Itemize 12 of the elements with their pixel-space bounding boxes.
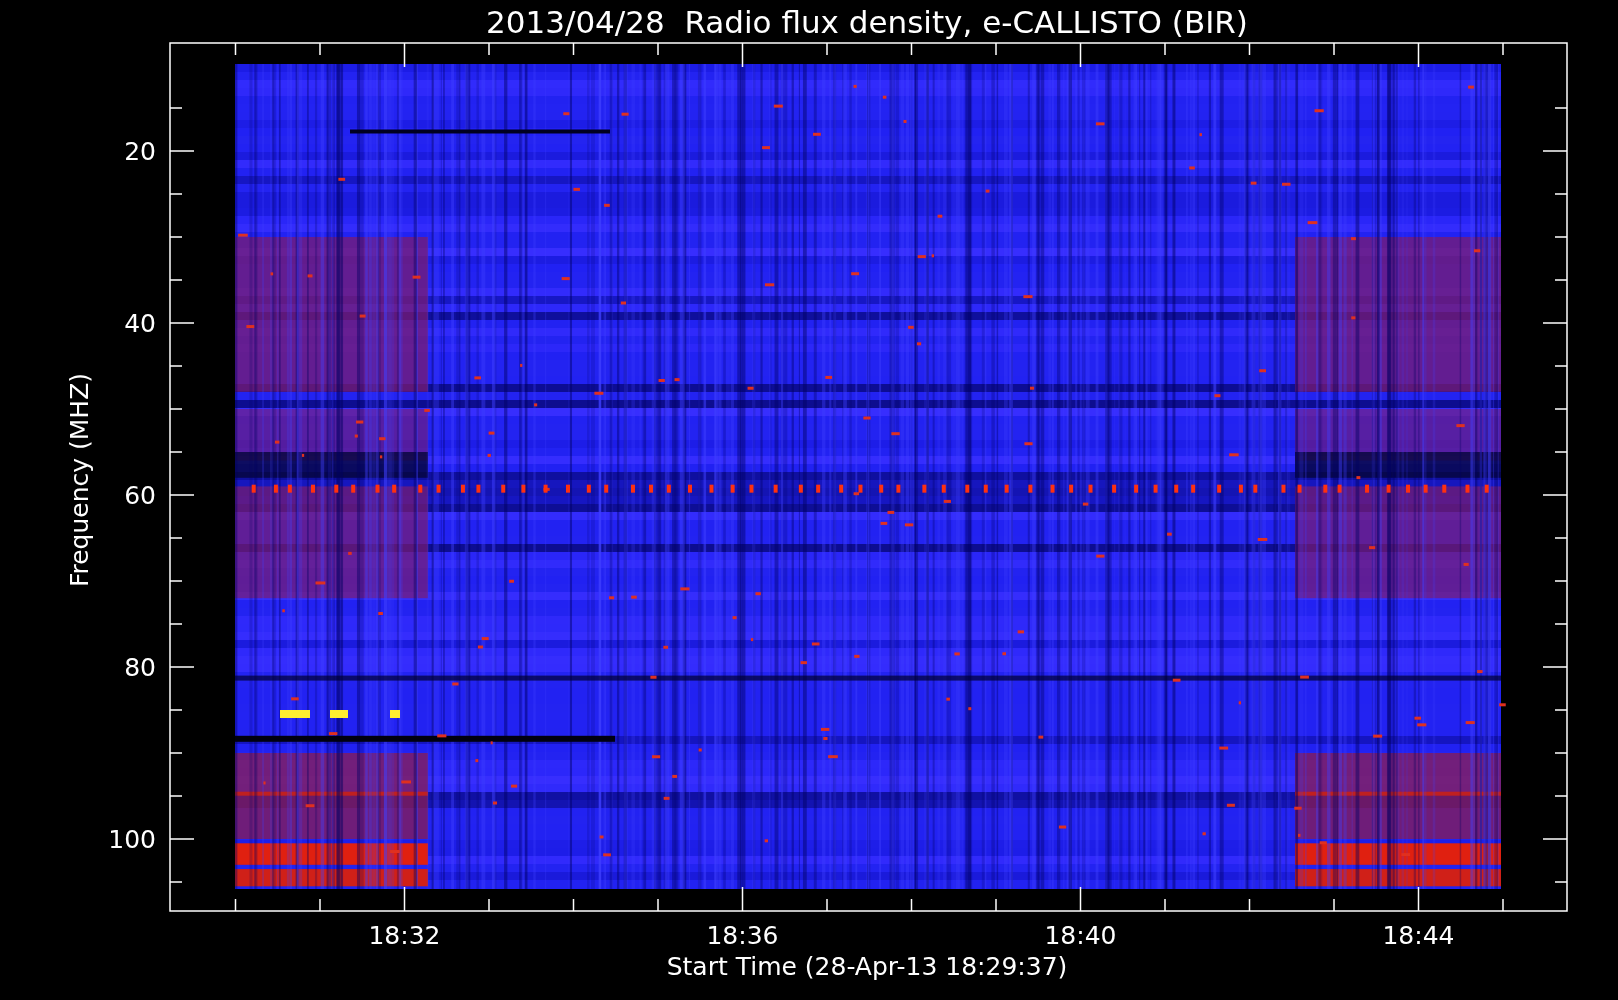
- y-tick-label: 40: [124, 309, 156, 338]
- chart-title: 2013/04/28 Radio flux density, e-CALLISTO (BIR): [486, 4, 1248, 40]
- x-tick-label: 18:40: [1044, 921, 1117, 950]
- x-tick-label: 18:36: [706, 921, 779, 950]
- x-axis-label: Start Time (28-Apr-13 18:29:37): [666, 952, 1068, 981]
- x-tick-label: 18:32: [368, 921, 441, 950]
- y-tick-label: 60: [124, 481, 156, 510]
- y-tick-label: 20: [124, 137, 156, 166]
- y-tick-label: 80: [124, 653, 156, 682]
- y-tick-label: 100: [108, 825, 156, 854]
- x-tick-label: 18:44: [1382, 921, 1455, 950]
- y-axis-label: Frequency (MHZ): [65, 372, 94, 588]
